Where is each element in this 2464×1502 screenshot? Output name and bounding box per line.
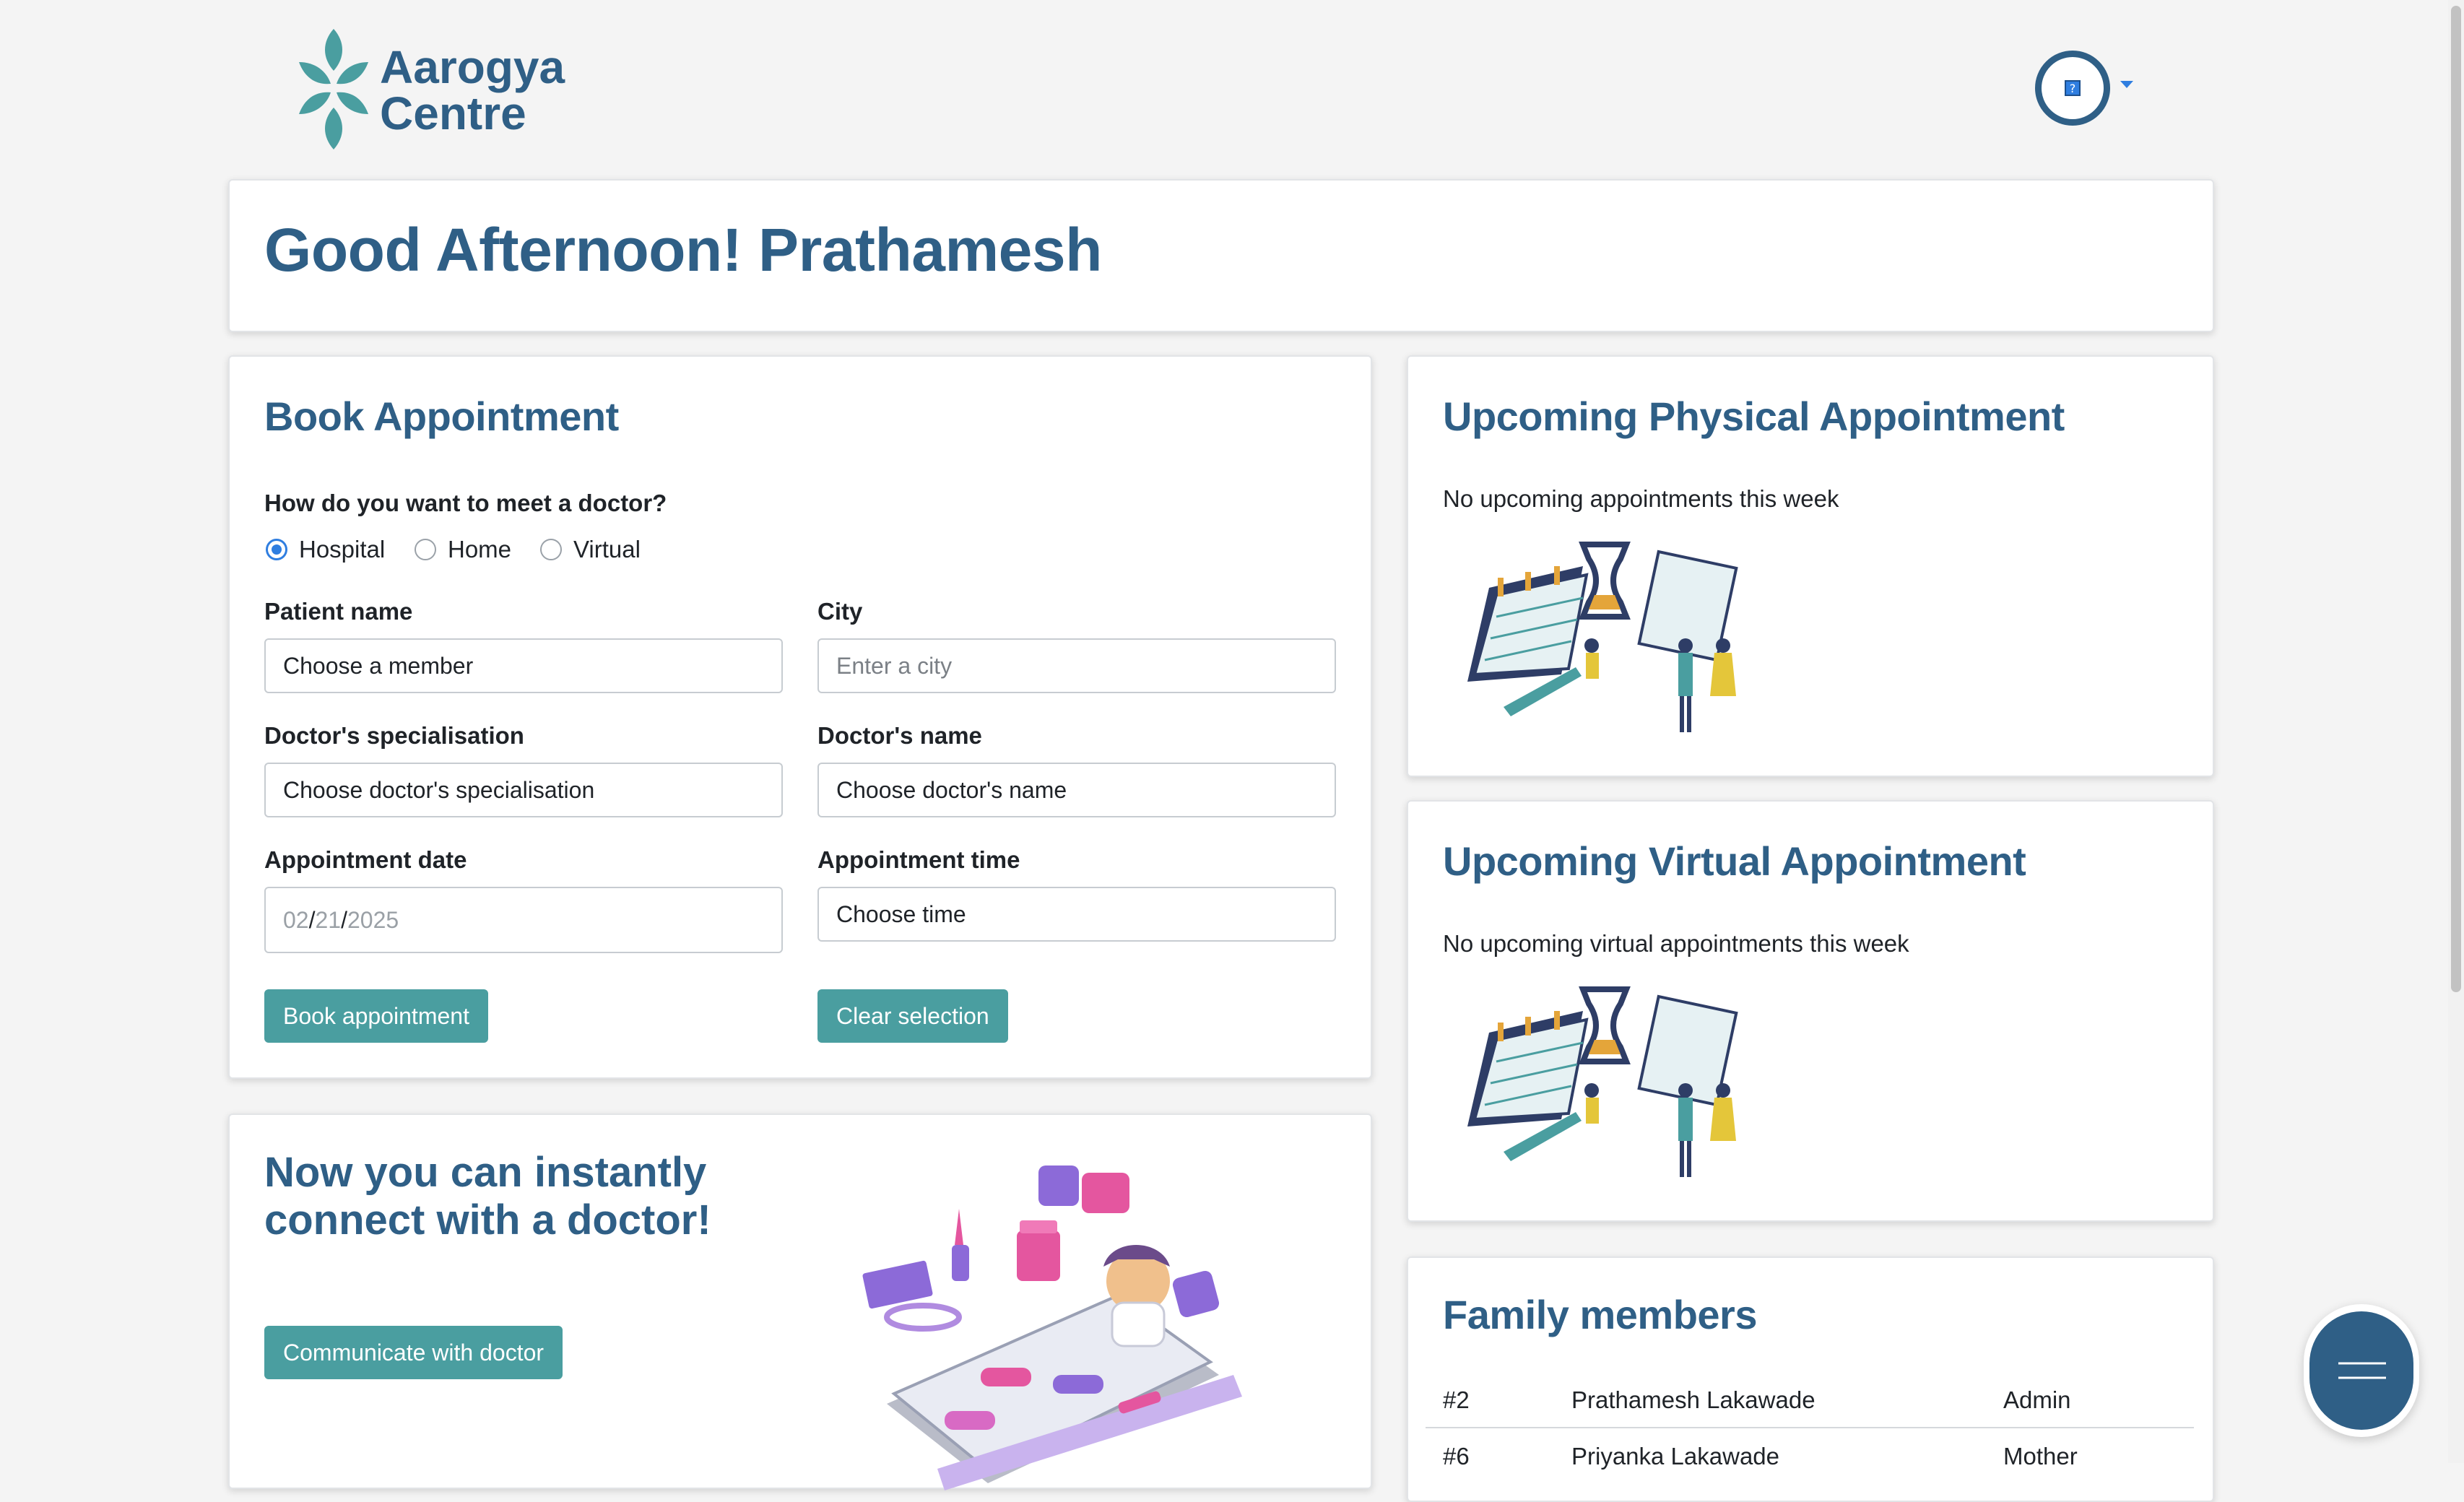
mode-virtual-radio[interactable] [540,539,562,560]
doctor-phone-illustration [862,1165,1242,1490]
upcoming-physical-title: Upcoming Physical Appointment [1443,394,2065,439]
patient-name-label: Patient name [264,598,413,625]
brand-name-line1: Aarogya [380,41,565,93]
mode-home-label[interactable]: Home [448,536,511,563]
doctor-name-select[interactable]: Choose doctor's name [817,763,1336,817]
member-id: #6 [1443,1443,1470,1470]
mode-hospital-label[interactable]: Hospital [299,536,385,563]
table-row[interactable]: #6 Priyanka Lakawade Mother [1426,1428,2194,1479]
doctor-name-label: Doctor's name [817,722,982,749]
table-row[interactable]: #2 Prathamesh Lakawade Admin [1426,1376,2194,1428]
upcoming-physical-message: No upcoming appointments this week [1443,485,1839,512]
brand-name-line2: Centre [380,87,526,139]
scrollbar-thumb[interactable] [2451,6,2461,992]
date-separator: / [341,907,347,933]
appointment-time-select[interactable]: Choose time [817,887,1336,942]
appointment-date-label: Appointment date [264,846,467,873]
mode-virtual-label[interactable]: Virtual [573,536,641,563]
appointment-time-label: Appointment time [817,846,1020,873]
caret-down-icon[interactable] [2120,81,2133,90]
book-appointment-title: Book Appointment [264,394,619,439]
brand-logo[interactable]: Aarogya Centre [298,26,565,152]
upcoming-virtual-title: Upcoming Virtual Appointment [1443,838,2026,884]
mode-hospital-radio[interactable] [266,539,287,560]
fab-circle[interactable] [2309,1311,2413,1430]
avatar[interactable]: ? [2035,51,2110,126]
floating-menu-button[interactable] [2304,1304,2419,1437]
upcoming-virtual-card: Upcoming Virtual Appointment No upcoming… [1407,800,2214,1222]
specialisation-label: Doctor's specialisation [264,722,524,749]
member-name: Prathamesh Lakawade [1571,1386,1816,1413]
clear-selection-button[interactable]: Clear selection [817,989,1008,1043]
specialisation-select[interactable]: Choose doctor's specialisation [264,763,783,817]
patient-name-select[interactable]: Choose a member [264,638,783,693]
city-input[interactable]: Enter a city [817,638,1336,693]
book-appointment-button[interactable]: Book appointment [264,989,488,1043]
appointment-date-input[interactable]: 02/21/2025 [264,887,783,953]
communicate-doctor-button[interactable]: Communicate with doctor [264,1326,563,1379]
member-name: Priyanka Lakawade [1571,1443,1780,1470]
date-day[interactable]: 21 [315,907,341,933]
calendar-illustration [1467,542,1738,732]
scrollbar-track[interactable] [2448,0,2464,1463]
connect-title-line2: connect with a doctor! [264,1197,711,1243]
city-label: City [817,598,863,625]
date-year[interactable]: 2025 [347,907,399,933]
menu-icon [2338,1362,2386,1379]
connect-doctor-card: Now you can instantly connect with a doc… [228,1114,1372,1490]
upcoming-physical-card: Upcoming Physical Appointment No upcomin… [1407,355,2214,777]
greeting-title: Good Afternoon! Prathamesh [264,216,1102,284]
date-month[interactable]: 02 [283,907,309,933]
family-members-card: Family members #2 Prathamesh Lakawade Ad… [1407,1256,2214,1502]
upcoming-virtual-message: No upcoming virtual appointments this we… [1443,930,1909,957]
member-role: Admin [2003,1386,2071,1413]
svg-text:?: ? [2070,82,2076,95]
connect-title-line1: Now you can instantly [264,1149,707,1196]
member-role: Mother [2003,1443,2078,1470]
help-icon: ? [2065,80,2081,96]
family-members-title: Family members [1443,1292,1757,1337]
meet-mode-question: How do you want to meet a doctor? [264,490,667,516]
member-id: #2 [1443,1386,1470,1413]
greeting-card: Good Afternoon! Prathamesh [228,179,2214,332]
calendar-illustration [1467,986,1738,1177]
user-menu[interactable]: ? [2035,51,2136,126]
book-appointment-card: Book Appointment How do you want to meet… [228,355,1372,1079]
mode-home-radio[interactable] [415,539,436,560]
leaf-logo-icon [299,29,368,149]
